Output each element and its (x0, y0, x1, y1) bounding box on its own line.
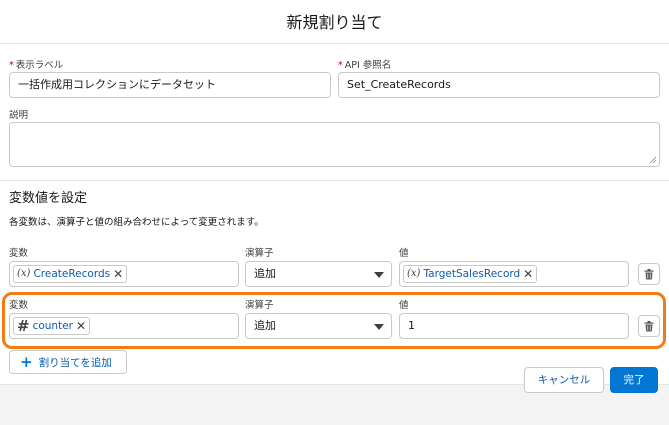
trash-icon (644, 268, 654, 279)
description-textarea[interactable] (9, 122, 660, 167)
operator-column-label: 演算子 (245, 248, 274, 259)
close-icon[interactable]: ✕ (113, 267, 123, 281)
variable-pill[interactable]: (x) CreateRecords ✕ (13, 265, 128, 283)
add-assignment-label: 割り当てを追加 (38, 356, 112, 369)
chevron-down-icon (374, 272, 384, 278)
variable-icon: (x) (407, 268, 421, 279)
variable-icon: (x) (17, 268, 31, 279)
value-combobox[interactable]: (x) TargetSalesRecord ✕ (399, 261, 629, 287)
pill-label: CreateRecords (33, 268, 111, 280)
operator-select[interactable]: 追加 (245, 261, 392, 287)
variable-combobox[interactable]: (x) CreateRecords ✕ (9, 261, 239, 287)
label-field-label: * 表示ラベル (9, 60, 64, 71)
modal-header: 新規割り当て (0, 0, 669, 44)
pill-label: TargetSalesRecord (423, 268, 521, 280)
required-asterisk: * (338, 60, 343, 71)
section-description: 各変数は、演算子と値の組み合わせによって変更されます。 (9, 217, 264, 228)
plus-icon: + (20, 353, 33, 371)
api-name-input[interactable]: Set_CreateRecords (338, 72, 660, 98)
done-button[interactable]: 完了 (610, 367, 658, 393)
section-divider (0, 180, 669, 181)
label-input[interactable]: 一括作成用コレクションにデータセット (9, 72, 331, 98)
section-title: 変数値を設定 (9, 191, 88, 206)
cancel-button[interactable]: キャンセル (524, 367, 604, 393)
description-field-label: 説明 (9, 110, 29, 121)
close-icon[interactable]: ✕ (523, 267, 533, 281)
variable-column-label: 変数 (9, 248, 29, 259)
required-asterisk: * (9, 60, 14, 71)
value-column-label: 値 (399, 248, 409, 259)
highlight-annotation (2, 292, 666, 349)
add-assignment-button[interactable]: + 割り当てを追加 (9, 350, 127, 374)
resize-grip-icon[interactable] (649, 156, 657, 164)
modal-title: 新規割り当て (286, 13, 383, 32)
api-name-field-label: * API 参照名 (338, 60, 392, 71)
delete-row-button[interactable] (638, 263, 660, 285)
operator-value: 追加 (254, 267, 276, 280)
value-pill[interactable]: (x) TargetSalesRecord ✕ (403, 265, 538, 283)
